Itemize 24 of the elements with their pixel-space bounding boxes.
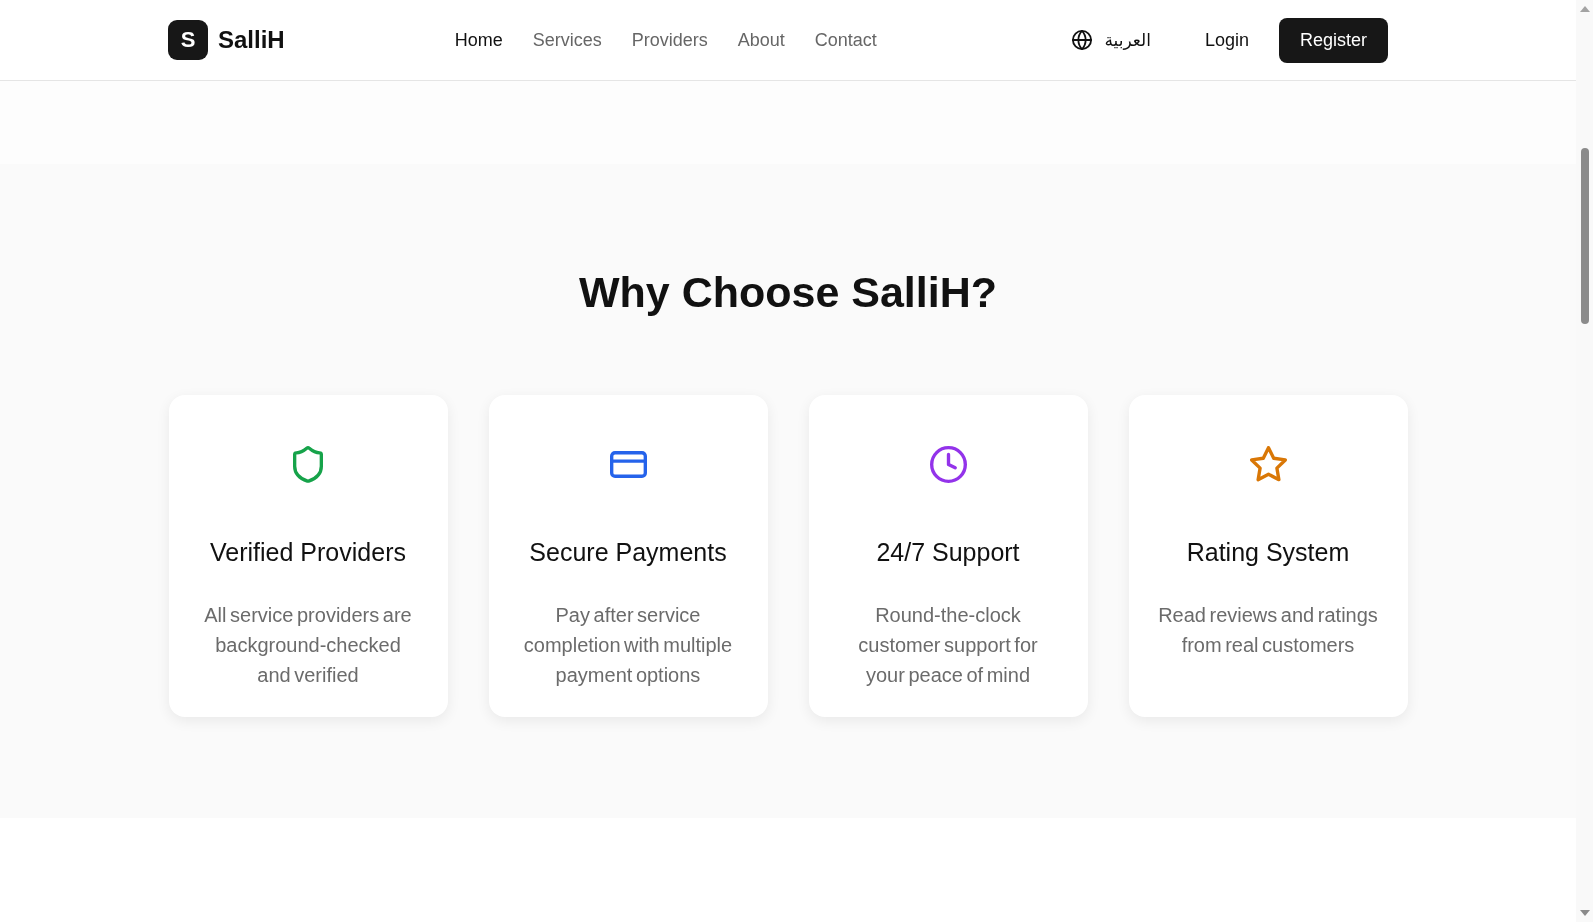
login-button[interactable]: Login	[1188, 20, 1265, 60]
feature-description: All service providers are background-checked and verified	[203, 603, 413, 688]
nav-link[interactable]: Providers	[631, 28, 708, 52]
register-button[interactable]: Register	[1278, 17, 1388, 63]
feature-title: 24/7 Support	[876, 537, 1020, 568]
scroll-up-icon[interactable]	[1579, 6, 1590, 12]
scrollbar[interactable]	[1576, 0, 1593, 922]
language-button[interactable]: العربية	[1056, 20, 1167, 60]
feature-description: Round-the-clock customer support for your peace of mind	[857, 603, 1039, 688]
brand-name: SalliH	[218, 26, 285, 54]
feature-title: Verified Providers	[210, 537, 406, 568]
nav-link[interactable]: About	[737, 28, 785, 52]
globe-icon	[1072, 30, 1093, 50]
feature-description: Read reviews and ratings from real customers	[1157, 603, 1379, 658]
scrollbar-thumb[interactable]	[1580, 148, 1589, 324]
feature-title: Secure Payments	[529, 537, 727, 568]
nav-link[interactable]: Home	[454, 28, 503, 52]
section-title: Why Choose SalliH?	[577, 267, 999, 318]
scroll-down-icon[interactable]	[1579, 910, 1590, 916]
feature-title: Rating System	[1186, 537, 1350, 568]
logo-mark: S	[168, 20, 208, 60]
feature-description: Pay after service completion with multiple payment options	[522, 603, 734, 688]
nav-link[interactable]: Services	[532, 28, 602, 52]
nav-link[interactable]: Contact	[814, 28, 877, 52]
